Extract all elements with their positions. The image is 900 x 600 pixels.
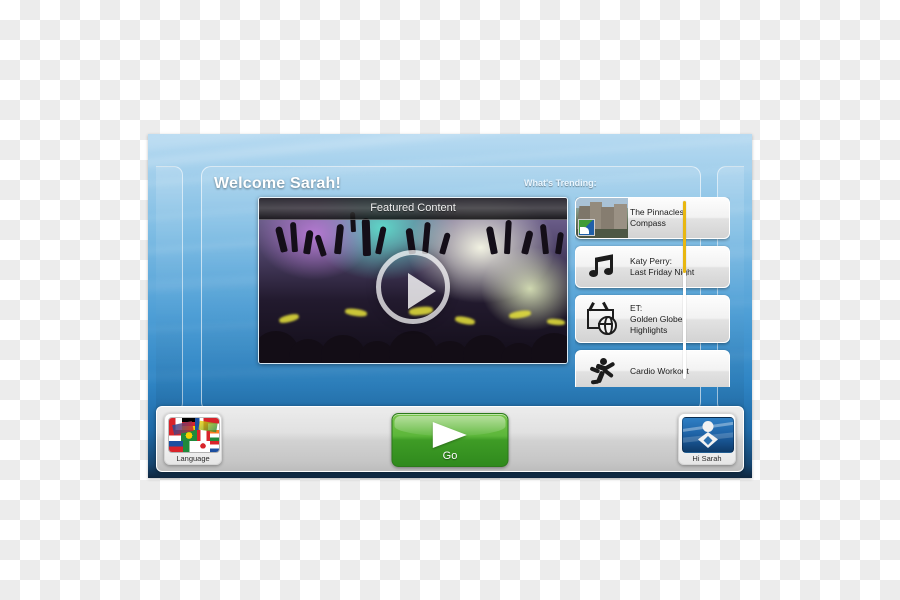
list-item-line1: The Pinnacles <box>630 207 684 217</box>
list-item[interactable]: Cardio Workout <box>575 350 730 387</box>
list-item-line1: ET: <box>630 302 643 313</box>
trending-scrollbar[interactable] <box>683 201 686 379</box>
list-item-line1: Cardio Workout <box>630 365 689 376</box>
list-item-text: The Pinnacles Compass <box>628 207 729 229</box>
arrow-right-icon <box>432 422 467 448</box>
left-side-rail <box>156 166 183 412</box>
user-avatar-icon <box>682 417 734 453</box>
thumbnail-pinnacles <box>576 198 628 238</box>
tv-globe-icon <box>576 296 628 342</box>
list-item-text: Cardio Workout <box>628 366 729 377</box>
main-content-panel: Welcome Sarah! What's Trending: Featured… <box>201 166 730 412</box>
world-flags-icon <box>168 417 220 453</box>
list-item-line2: Last Friday Night <box>630 267 695 277</box>
list-item[interactable]: Katy Perry: Last Friday Night <box>575 246 730 288</box>
list-item-text: ET: Golden Globe Highlights <box>628 303 729 336</box>
featured-content-player[interactable]: Featured Content <box>258 197 568 364</box>
user-profile-button[interactable]: Hi Sarah <box>678 413 736 465</box>
trending-list[interactable]: The Pinnacles Compass Katy Perry: Last F… <box>575 197 730 387</box>
runner-icon <box>576 351 628 387</box>
music-note-icon <box>576 247 628 287</box>
bottom-toolbar: Language Go Hi Sarah <box>156 406 744 472</box>
list-item-line1: Katy Perry: <box>630 256 673 266</box>
list-item-line2: Compass <box>630 218 666 228</box>
language-button-label: Language <box>176 454 210 463</box>
courses-logo-icon <box>578 219 595 236</box>
list-item[interactable]: ET: Golden Globe Highlights <box>575 295 730 343</box>
go-button[interactable]: Go <box>391 413 509 467</box>
play-icon[interactable] <box>376 250 450 325</box>
page-title: Welcome Sarah! <box>214 175 341 192</box>
featured-content-label: Featured Content <box>259 198 567 220</box>
go-button-label: Go <box>442 450 458 462</box>
device-screen: Welcome Sarah! What's Trending: Featured… <box>148 134 752 478</box>
list-item[interactable]: The Pinnacles Compass <box>575 197 730 239</box>
list-item-line3: Highlights <box>630 324 668 335</box>
list-item-line2: Golden Globe <box>630 313 683 324</box>
scrollbar-thumb[interactable] <box>683 201 686 273</box>
user-profile-label: Hi Sarah <box>692 454 722 463</box>
trending-heading: What's Trending: <box>524 178 597 188</box>
list-item-text: Katy Perry: Last Friday Night <box>628 256 729 278</box>
language-button[interactable]: Language <box>164 413 222 465</box>
